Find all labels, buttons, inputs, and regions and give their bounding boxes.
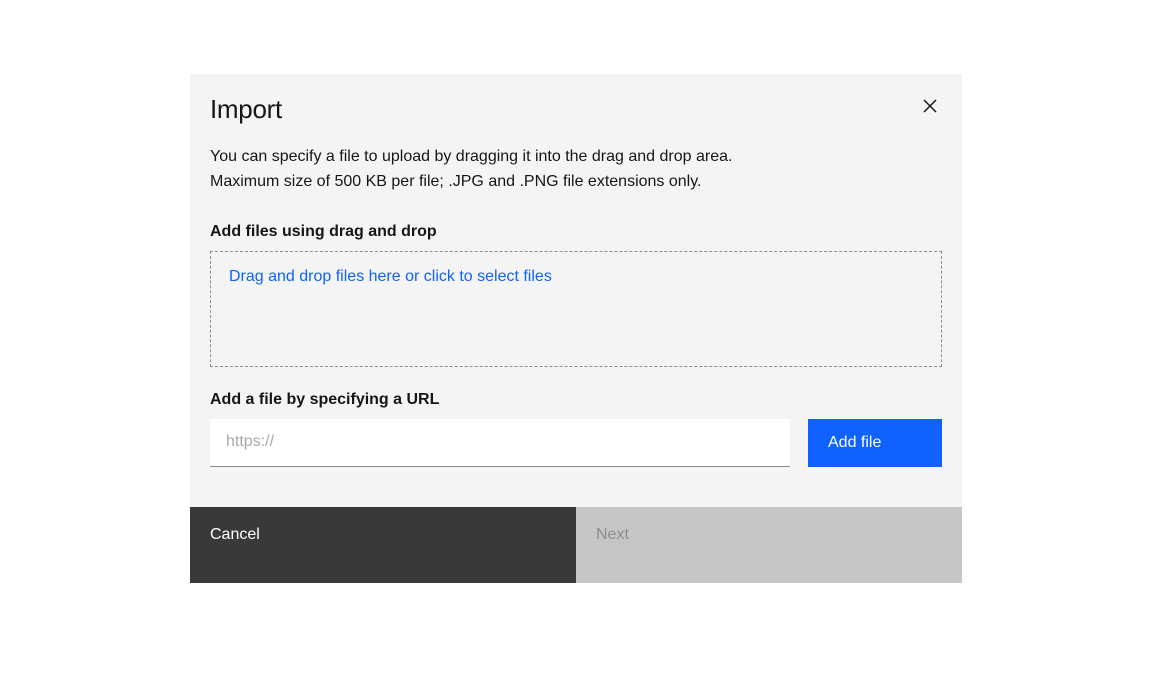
cancel-button[interactable]: Cancel xyxy=(190,507,576,583)
modal-header: Import xyxy=(190,74,962,125)
close-button[interactable] xyxy=(918,94,942,118)
url-input[interactable] xyxy=(210,419,790,467)
url-label: Add a file by specifying a URL xyxy=(210,391,942,409)
import-modal: Import You can specify a file to upload … xyxy=(190,74,962,583)
modal-title: Import xyxy=(210,94,282,125)
modal-footer: Cancel Next xyxy=(190,507,962,583)
modal-description: You can specify a file to upload by drag… xyxy=(210,145,754,195)
dropzone-label: Add files using drag and drop xyxy=(210,223,942,241)
add-file-button[interactable]: Add file xyxy=(808,419,942,467)
url-row: Add file xyxy=(210,419,942,467)
modal-body: You can specify a file to upload by drag… xyxy=(190,125,962,507)
close-icon xyxy=(922,98,938,114)
file-dropzone[interactable]: Drag and drop files here or click to sel… xyxy=(210,251,942,367)
dropzone-text: Drag and drop files here or click to sel… xyxy=(229,268,552,285)
next-button: Next xyxy=(576,507,962,583)
